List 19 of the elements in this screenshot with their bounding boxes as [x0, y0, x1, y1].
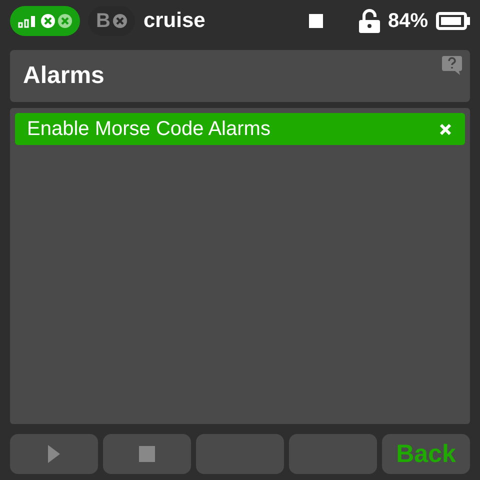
cross-circle-icon	[41, 14, 55, 28]
lock-icon	[358, 9, 380, 33]
receiver-label: B	[96, 10, 110, 32]
stop-icon	[308, 14, 323, 28]
help-icon[interactable]	[442, 56, 462, 75]
stop-icon	[139, 446, 155, 462]
signal-icon	[18, 14, 38, 28]
list-item[interactable]: Enable Morse Code Alarms	[15, 113, 465, 145]
play-button[interactable]	[10, 434, 98, 474]
cross-circle-icon	[58, 14, 72, 28]
item-label: Enable Morse Code Alarms	[27, 118, 270, 140]
page-title: Alarms	[23, 62, 104, 90]
battery-percent: 84%	[388, 10, 428, 32]
cross-circle-icon	[113, 14, 128, 28]
model-name: cruise	[143, 9, 206, 33]
battery-icon	[436, 12, 470, 30]
stop-button[interactable]	[103, 434, 191, 474]
play-icon	[48, 445, 60, 463]
back-button[interactable]: Back	[382, 434, 470, 474]
